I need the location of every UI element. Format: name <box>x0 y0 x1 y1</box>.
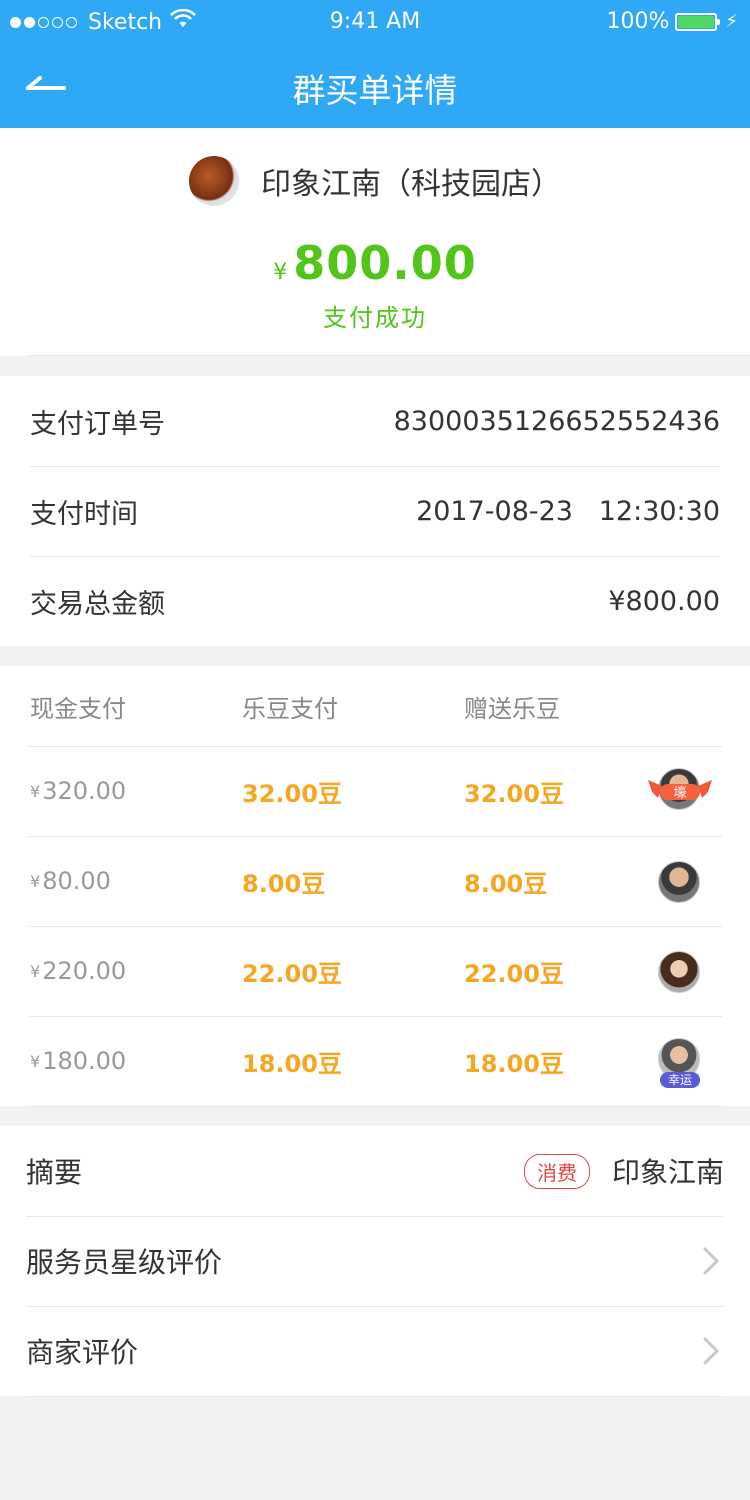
battery-status: 100% ⚡ <box>606 9 738 34</box>
battery-icon <box>675 12 721 31</box>
charging-icon: ⚡ <box>725 11 738 32</box>
amount-value: 800.00 <box>293 236 477 290</box>
bean-gift-cell: 32.00豆 <box>464 779 564 808</box>
header-bean-pay: 乐豆支付 <box>242 694 338 723</box>
table-header: 现金支付 乐豆支付 赠送乐豆 <box>28 666 722 747</box>
total-amount-row: 交易总金额 ¥800.00 <box>30 556 720 646</box>
nav-bar: 群买单详情 <box>0 44 750 128</box>
page-title: 群买单详情 <box>292 71 458 110</box>
waiter-rating-label: 服务员星级评价 <box>26 1246 223 1279</box>
cash-cell: ¥220.00 <box>30 957 127 985</box>
header-cash: 现金支付 <box>30 694 126 723</box>
pay-time-label: 支付时间 <box>30 498 138 530</box>
abstract-value: 印象江南 <box>611 1156 724 1189</box>
abstract-row: 摘要 消费 印象江南 <box>26 1126 724 1217</box>
table-row: ¥80.00 8.00豆 8.00豆 <box>28 836 722 927</box>
payment-amount: ¥800.00 <box>0 236 750 290</box>
abstract-right: 消费 印象江南 <box>523 1151 724 1191</box>
rich-ribbon-badge: 壕 <box>648 776 712 806</box>
merchant-rating-row[interactable]: 商家评价 <box>26 1306 724 1397</box>
summary-section: 摘要 消费 印象江南 服务员星级评价 商家评价 <box>0 1126 750 1397</box>
consume-tag: 消费 <box>523 1153 590 1189</box>
avatar[interactable] <box>658 861 700 903</box>
chevron-right-icon <box>703 1247 720 1275</box>
shop-logo <box>189 156 239 206</box>
bean-pay-cell: 32.00豆 <box>242 779 342 808</box>
bean-gift-cell: 18.00豆 <box>464 1049 564 1078</box>
battery-percent: 100% <box>606 9 670 34</box>
total-amount-value: ¥800.00 <box>608 585 720 617</box>
shop-header: 印象江南（科技园店） <box>0 156 750 206</box>
status-bar: Sketch 9:41 AM 100% ⚡ <box>0 0 750 44</box>
divider <box>28 355 750 356</box>
cash-cell: ¥180.00 <box>30 1047 127 1075</box>
bean-pay-cell: 18.00豆 <box>242 1049 342 1078</box>
order-number-row: 支付订单号 830003512665255243​6 <box>30 376 720 467</box>
order-info: 支付订单号 830003512665255243​6 支付时间 2017-08-… <box>0 376 750 646</box>
bean-gift-cell: 22.00豆 <box>464 959 564 988</box>
waiter-rating-row[interactable]: 服务员星级评价 <box>26 1216 724 1307</box>
cash-cell: ¥80.00 <box>30 867 111 895</box>
header: Sketch 9:41 AM 100% ⚡ 群买单详情 <box>0 0 750 128</box>
pay-time-row: 支付时间 2017-08-23 12:30:30 <box>30 466 720 557</box>
shop-name: 印象江南（科技园店） <box>261 167 561 202</box>
shop-summary: 印象江南（科技园店） ¥800.00 支付成功 <box>0 128 750 356</box>
order-number-value: 830003512665255243​6 <box>393 405 720 437</box>
cash-cell: ¥320.00 <box>30 777 127 805</box>
lucky-badge: 幸运 <box>660 1072 700 1088</box>
table-row: ¥220.00 22.00豆 22.00豆 <box>28 926 722 1017</box>
bean-pay-cell: 22.00豆 <box>242 959 342 988</box>
currency-symbol: ¥ <box>273 260 288 285</box>
avatar[interactable] <box>658 951 700 993</box>
table-row: ¥320.00 32.00豆 32.00豆 壕 <box>28 746 722 837</box>
bean-pay-cell: 8.00豆 <box>242 869 326 898</box>
rich-badge-label: 壕 <box>673 786 687 801</box>
total-amount-label: 交易总金额 <box>30 588 165 620</box>
pay-time-value: 2017-08-23 12:30:30 <box>416 495 720 527</box>
abstract-label: 摘要 <box>26 1156 83 1189</box>
header-bean-gift: 赠送乐豆 <box>464 694 560 723</box>
bean-gift-cell: 8.00豆 <box>464 869 548 898</box>
payment-status: 支付成功 <box>323 304 427 332</box>
order-number-label: 支付订单号 <box>30 408 165 440</box>
merchant-rating-label: 商家评价 <box>26 1336 139 1369</box>
chevron-right-icon <box>703 1337 720 1365</box>
payment-breakdown-table: 现金支付 乐豆支付 赠送乐豆 ¥320.00 32.00豆 32.00豆 壕 ¥… <box>0 666 750 1107</box>
table-row: ¥180.00 18.00豆 18.00豆 幸运 <box>28 1016 722 1107</box>
